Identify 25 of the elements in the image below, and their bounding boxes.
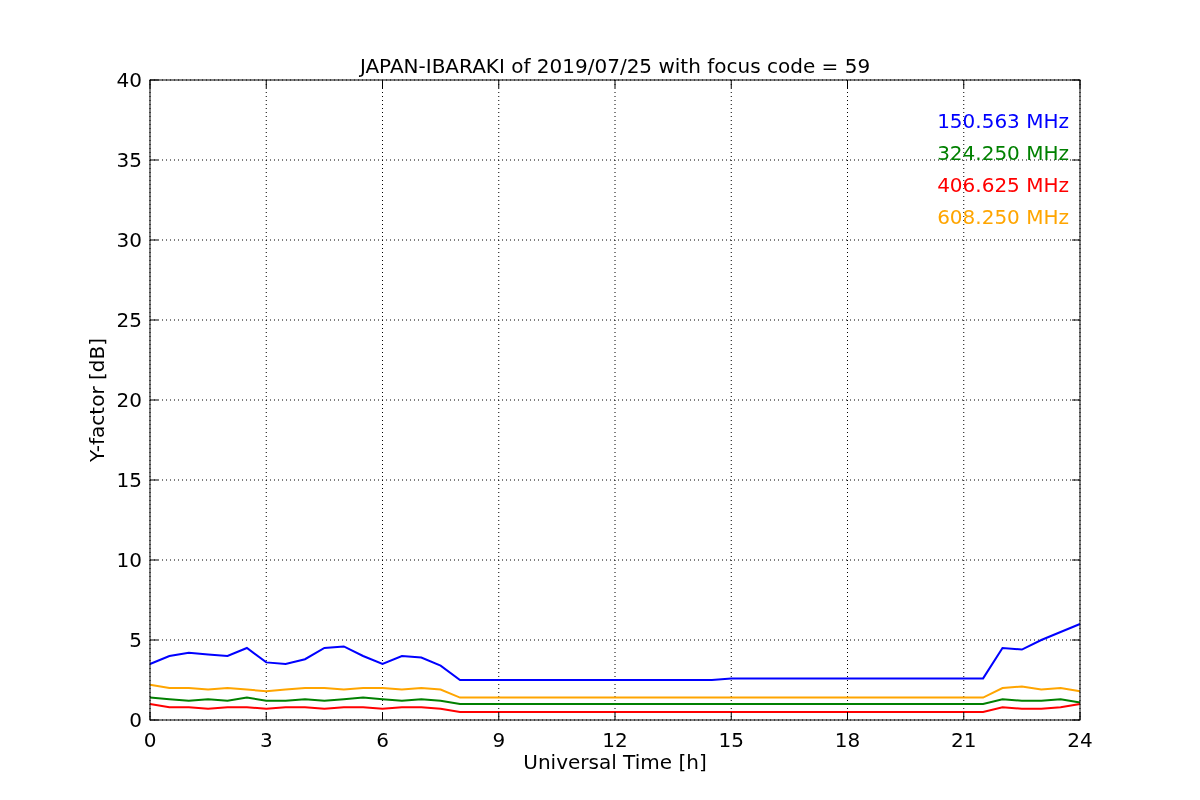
legend-label: 406.625 MHz bbox=[937, 173, 1069, 197]
tick-label: 18 bbox=[834, 728, 861, 752]
tick-label: 35 bbox=[116, 148, 142, 172]
tick-label: 6 bbox=[376, 728, 389, 752]
tick-label: 30 bbox=[116, 228, 142, 252]
tick-label: 3 bbox=[259, 728, 273, 752]
tick-label: 24 bbox=[1067, 728, 1093, 752]
tick-label: 0 bbox=[129, 708, 142, 732]
axis-label: Universal Time [h] bbox=[523, 750, 707, 774]
legend-label: 150.563 MHz bbox=[937, 109, 1069, 133]
tick-label: 21 bbox=[951, 728, 977, 752]
tick-label: 5 bbox=[129, 628, 142, 652]
tick-label: 20 bbox=[116, 388, 142, 412]
chart-title: JAPAN-IBARAKI of 2019/07/25 with focus code = 59 bbox=[359, 54, 871, 78]
tick-label: 40 bbox=[116, 68, 142, 92]
tick-label: 25 bbox=[116, 308, 142, 332]
tick-label: 12 bbox=[602, 728, 628, 752]
tick-label: 0 bbox=[143, 728, 157, 752]
tick-label: 15 bbox=[116, 468, 142, 492]
axis-label: Y-factor [dB] bbox=[85, 338, 109, 462]
legend-label: 608.250 MHz bbox=[937, 205, 1069, 229]
legend-label: 324.250 MHz bbox=[937, 141, 1069, 165]
tick-label: 9 bbox=[492, 728, 506, 752]
tick-label: 15 bbox=[718, 728, 744, 752]
tick-label: 10 bbox=[116, 548, 142, 572]
